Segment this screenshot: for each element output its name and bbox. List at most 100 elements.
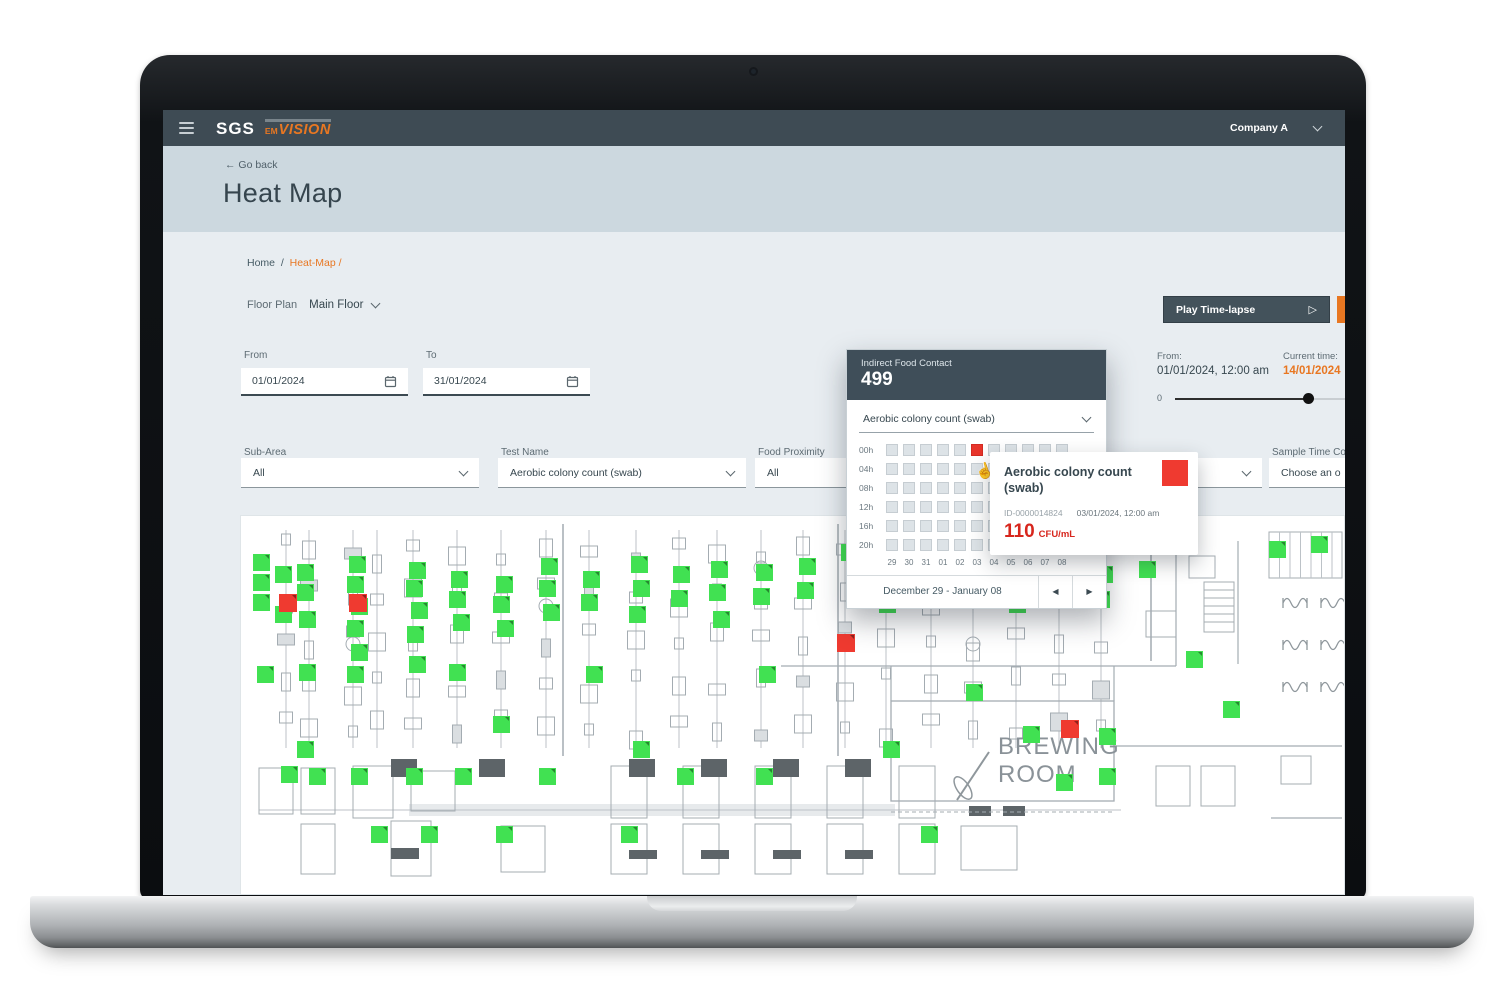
- sample-marker-ok[interactable]: [351, 644, 368, 661]
- heatmap-cell[interactable]: [954, 444, 966, 456]
- prev-page-button[interactable]: ◀: [1038, 576, 1072, 608]
- sample-marker-ok[interactable]: [633, 580, 650, 597]
- sample-marker-ok[interactable]: [299, 664, 316, 681]
- sample-marker-ok[interactable]: [455, 768, 472, 785]
- sample-marker-alert[interactable]: [837, 634, 855, 652]
- sample-marker-ok[interactable]: [1099, 768, 1116, 785]
- sample-marker-alert[interactable]: [1061, 720, 1079, 738]
- sample-marker-ok[interactable]: [1139, 561, 1156, 578]
- sample-marker-ok[interactable]: [1311, 536, 1328, 553]
- sample-marker-ok[interactable]: [797, 582, 814, 599]
- sample-marker-ok[interactable]: [539, 768, 556, 785]
- heatmap-cell[interactable]: [886, 501, 898, 513]
- heatmap-cell[interactable]: [903, 482, 915, 494]
- heatmap-cell[interactable]: [920, 444, 932, 456]
- testname-select[interactable]: Aerobic colony count (swab): [498, 458, 746, 488]
- heatmap-cell[interactable]: [937, 520, 949, 532]
- heatmap-cell[interactable]: [886, 463, 898, 475]
- sample-marker-ok[interactable]: [753, 588, 770, 605]
- heatmap-cell[interactable]: [920, 482, 932, 494]
- sample-marker-ok[interactable]: [347, 620, 364, 637]
- heatmap-cell[interactable]: [937, 501, 949, 513]
- heatmap-cell[interactable]: [954, 520, 966, 532]
- sample-marker-ok[interactable]: [449, 664, 466, 681]
- sample-marker-ok[interactable]: [496, 826, 513, 843]
- sample-marker-ok[interactable]: [883, 741, 900, 758]
- sample-marker-ok[interactable]: [309, 768, 326, 785]
- heatmap-cell[interactable]: [937, 463, 949, 475]
- go-back-link[interactable]: ← Go back: [225, 159, 1345, 171]
- timeline-slider-thumb[interactable]: [1303, 393, 1314, 404]
- sample-marker-ok[interactable]: [411, 602, 428, 619]
- sample-marker-alert[interactable]: [349, 594, 367, 612]
- sample-marker-ok[interactable]: [275, 566, 292, 583]
- company-selector[interactable]: Company A: [1230, 122, 1321, 134]
- sample-marker-ok[interactable]: [713, 611, 730, 628]
- sample-marker-ok[interactable]: [493, 596, 510, 613]
- sample-marker-ok[interactable]: [449, 591, 466, 608]
- sample-marker-ok[interactable]: [347, 576, 364, 593]
- sample-marker-ok[interactable]: [586, 666, 603, 683]
- heatmap-cell[interactable]: [954, 482, 966, 494]
- sample-marker-ok[interactable]: [671, 590, 688, 607]
- heatmap-cell[interactable]: [971, 539, 983, 551]
- sample-marker-ok[interactable]: [629, 606, 646, 623]
- sample-marker-ok[interactable]: [497, 620, 514, 637]
- heatmap-cell[interactable]: [903, 501, 915, 513]
- heatmap-cell[interactable]: [954, 539, 966, 551]
- sample-marker-ok[interactable]: [299, 611, 316, 628]
- sample-marker-ok[interactable]: [633, 741, 650, 758]
- play-timelapse-button[interactable]: Play Time-lapse ▷: [1163, 296, 1330, 323]
- sample-marker-ok[interactable]: [677, 768, 694, 785]
- floorplan[interactable]: BREWING ROOM: [240, 515, 1345, 895]
- heatmap-cell[interactable]: [954, 501, 966, 513]
- sample-marker-alert[interactable]: [279, 594, 297, 612]
- sample-marker-ok[interactable]: [451, 571, 468, 588]
- sample-marker-ok[interactable]: [966, 684, 983, 701]
- sample-marker-ok[interactable]: [539, 580, 556, 597]
- menu-icon[interactable]: [179, 122, 194, 134]
- sample-marker-ok[interactable]: [421, 826, 438, 843]
- sample-marker-ok[interactable]: [409, 656, 426, 673]
- next-page-button[interactable]: ▶: [1072, 576, 1106, 608]
- sample-marker-ok[interactable]: [1099, 728, 1116, 745]
- sample-marker-ok[interactable]: [711, 561, 728, 578]
- heatmap-cell[interactable]: [903, 444, 915, 456]
- sample-marker-ok[interactable]: [799, 558, 816, 575]
- heatmap-cell[interactable]: [886, 520, 898, 532]
- sample-marker-ok[interactable]: [759, 666, 776, 683]
- floorplan-select[interactable]: Main Floor: [309, 299, 379, 311]
- heatmap-cell[interactable]: [971, 501, 983, 513]
- sample-marker-ok[interactable]: [406, 768, 423, 785]
- heatmap-cell[interactable]: [920, 539, 932, 551]
- breadcrumb-home[interactable]: Home: [247, 257, 275, 269]
- sample-marker-ok[interactable]: [347, 666, 364, 683]
- sample-marker-ok[interactable]: [371, 826, 388, 843]
- sample-marker-ok[interactable]: [709, 584, 726, 601]
- sample-marker-ok[interactable]: [349, 556, 366, 573]
- sample-marker-ok[interactable]: [496, 576, 513, 593]
- sample-marker-ok[interactable]: [543, 604, 560, 621]
- heatmap-cell-highlight[interactable]: [971, 444, 983, 456]
- sample-marker-ok[interactable]: [631, 556, 648, 573]
- sampletime-select[interactable]: Choose an o: [1269, 458, 1345, 488]
- sample-marker-ok[interactable]: [756, 768, 773, 785]
- sample-marker-ok[interactable]: [253, 554, 270, 571]
- sample-marker-ok[interactable]: [493, 716, 510, 733]
- from-date-input[interactable]: 01/01/2024: [241, 368, 408, 396]
- sample-marker-ok[interactable]: [407, 626, 424, 643]
- sample-marker-ok[interactable]: [673, 566, 690, 583]
- sample-marker-ok[interactable]: [1023, 726, 1040, 743]
- sample-marker-ok[interactable]: [583, 571, 600, 588]
- sample-marker-ok[interactable]: [921, 826, 938, 843]
- heatmap-cell[interactable]: [920, 501, 932, 513]
- sample-marker-ok[interactable]: [453, 614, 470, 631]
- heatmap-cell[interactable]: [971, 520, 983, 532]
- heatmap-cell[interactable]: [886, 482, 898, 494]
- popup-test-select[interactable]: Aerobic colony count (swab): [859, 413, 1094, 433]
- heatmap-cell[interactable]: [937, 539, 949, 551]
- sample-marker-ok[interactable]: [756, 564, 773, 581]
- heatmap-cell[interactable]: [903, 463, 915, 475]
- heatmap-cell[interactable]: [903, 520, 915, 532]
- heatmap-cell[interactable]: [920, 463, 932, 475]
